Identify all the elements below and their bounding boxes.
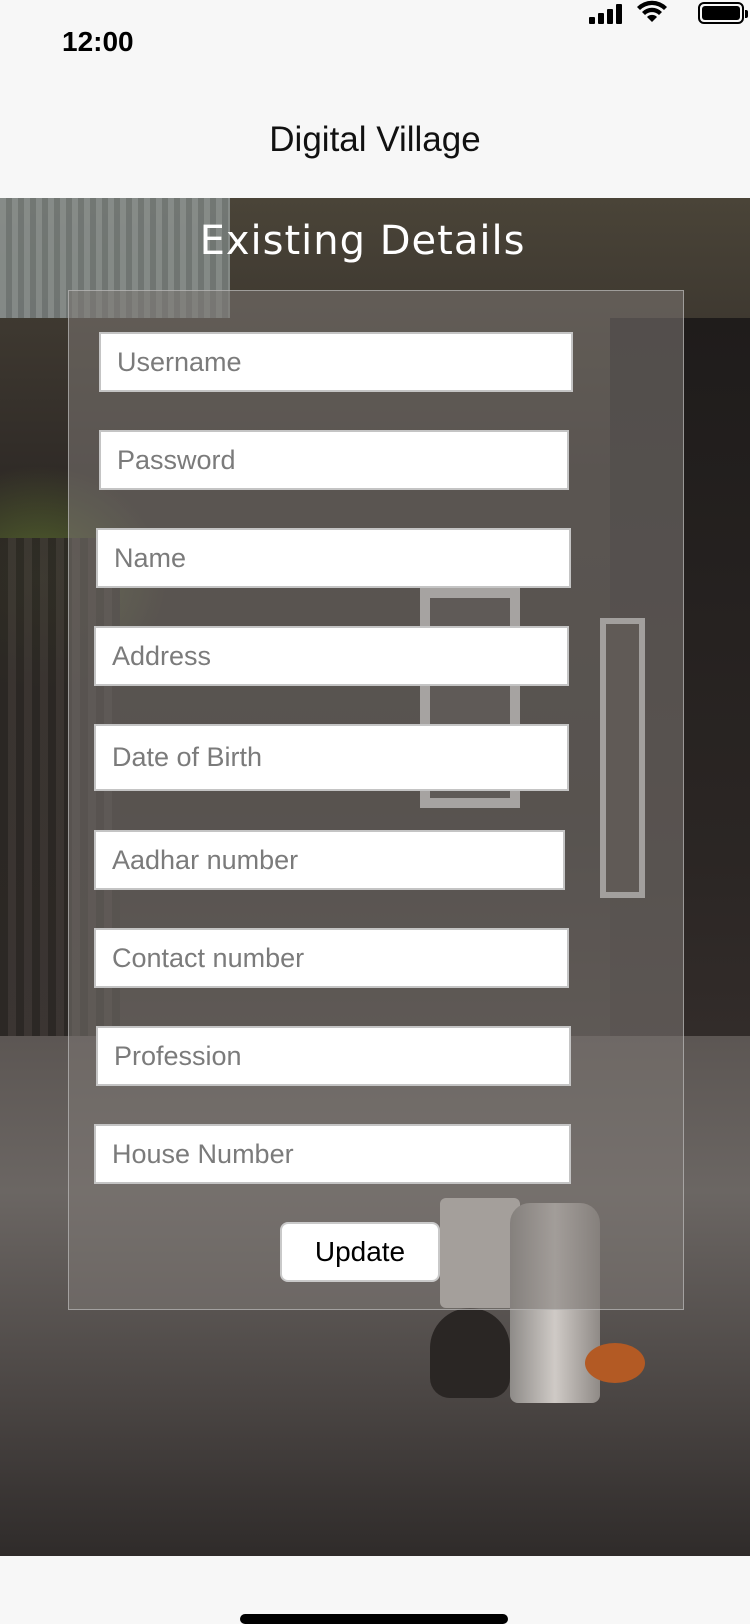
status-bar: 12:00 xyxy=(0,0,750,90)
date-of-birth-input[interactable] xyxy=(94,724,569,791)
wifi-icon xyxy=(637,0,667,22)
password-input[interactable] xyxy=(99,430,569,490)
home-indicator[interactable] xyxy=(240,1614,508,1624)
address-input[interactable] xyxy=(94,626,569,686)
nav-title: Digital Village xyxy=(269,120,481,159)
house-number-input[interactable] xyxy=(94,1124,571,1184)
username-input[interactable] xyxy=(99,332,573,392)
signal-icon xyxy=(589,4,623,24)
profession-input[interactable] xyxy=(96,1026,571,1086)
page-heading: Existing Details xyxy=(199,218,526,264)
aadhar-number-input[interactable] xyxy=(94,830,565,890)
battery-icon xyxy=(698,2,748,24)
update-button[interactable]: Update xyxy=(280,1222,440,1282)
status-time: 12:00 xyxy=(62,26,134,57)
nav-bar: Digital Village xyxy=(0,90,750,198)
contact-number-input[interactable] xyxy=(94,928,569,988)
name-input[interactable] xyxy=(96,528,571,588)
